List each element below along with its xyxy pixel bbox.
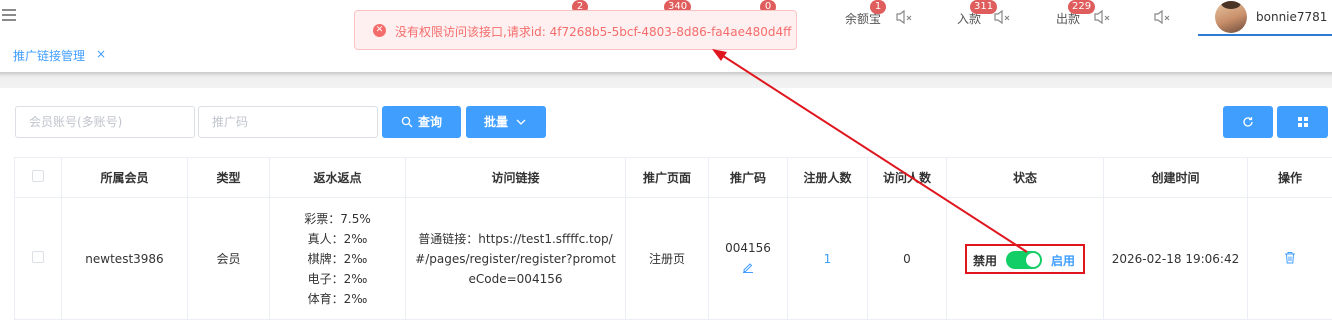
tab-close-icon[interactable]: ×: [96, 47, 106, 61]
link-cell: 普通链接：https://test1.sffffc.top/#/pages/re…: [405, 197, 626, 320]
registered-count-link[interactable]: 1: [824, 252, 832, 266]
column-header: 推广页面: [625, 157, 709, 198]
select-all-cell[interactable]: [14, 157, 62, 198]
rebate-live: 真人：2‰: [307, 231, 368, 246]
promo-code-value: 004156: [725, 241, 771, 255]
grid-icon: [1298, 117, 1308, 127]
tab-promo-links[interactable]: 推广链接管理: [13, 47, 85, 64]
avatar: [1215, 1, 1247, 33]
rebate-sports: 体育：2‰: [307, 291, 368, 306]
mute-speaker-icon[interactable]: [993, 9, 1011, 25]
rebate-chess: 棋牌：2‰: [307, 251, 368, 266]
batch-dropdown-button[interactable]: 批量: [466, 106, 546, 138]
page-cell: 注册页: [625, 197, 709, 320]
delete-trash-icon[interactable]: [1284, 251, 1296, 264]
mute-speaker-icon[interactable]: [1093, 9, 1111, 25]
column-header: 创建时间: [1103, 157, 1248, 198]
rebate-lottery: 彩票：7.5%: [304, 211, 371, 226]
status-enabled-label: 启用: [1051, 253, 1076, 268]
row-select-cell[interactable]: [14, 197, 62, 320]
table-header-row: 所属会员 类型 返水返点 访问链接 推广页面 推广码 注册人数 访问人数 状态 …: [14, 157, 1332, 198]
type-cell: 会员: [187, 197, 270, 320]
error-toast: ✕ 没有权限访问该接口,请求id: 4f7268b5-5bcf-4803-8d8…: [354, 10, 797, 50]
promo-links-table: 所属会员 类型 返水返点 访问链接 推广页面 推广码 注册人数 访问人数 状态 …: [14, 157, 1332, 320]
column-header: 访问链接: [405, 157, 626, 198]
rebate-slots: 电子：2‰: [307, 271, 368, 286]
search-button[interactable]: 查询: [382, 106, 461, 138]
error-message: 没有权限访问该接口,请求id: 4f7268b5-5bcf-4803-8d86-…: [395, 25, 792, 39]
column-header: 状态: [946, 157, 1104, 198]
search-icon: [401, 116, 413, 128]
column-header: 所属会员: [61, 157, 188, 198]
error-icon: ✕: [373, 24, 386, 37]
batch-button-label: 批量: [484, 115, 509, 129]
switch-knob: [1026, 252, 1040, 267]
mute-speaker-icon[interactable]: [1153, 9, 1171, 25]
column-header: 推广码: [708, 157, 788, 198]
column-header: 注册人数: [787, 157, 868, 198]
member-account-input[interactable]: [15, 106, 195, 138]
edit-icon[interactable]: [742, 261, 754, 273]
visit-count-cell: 0: [867, 197, 947, 320]
mute-speaker-icon[interactable]: [895, 9, 913, 25]
created-time-cell: 2026-02-18 19:06:42: [1103, 197, 1248, 320]
select-all-checkbox[interactable]: [32, 170, 44, 182]
status-disabled-label: 禁用: [973, 253, 998, 268]
column-header: 操作: [1247, 157, 1332, 198]
column-header: 访问人数: [867, 157, 947, 198]
withdraw-badge: 229: [1068, 0, 1096, 14]
promo-code-input[interactable]: [198, 106, 378, 138]
user-menu[interactable]: bonnie7781: [1198, 0, 1332, 36]
status-toggle-switch[interactable]: [1006, 250, 1042, 269]
search-button-label: 查询: [418, 115, 443, 129]
promo-code-cell: 004156: [708, 197, 788, 320]
chevron-down-icon: [516, 119, 526, 125]
refresh-icon: [1243, 117, 1253, 127]
refresh-button[interactable]: [1223, 106, 1273, 138]
table-row: newtest3986 会员 彩票：7.5% 真人：2‰ 棋牌：2‰ 电子：2‰…: [14, 197, 1332, 320]
column-header: 类型: [187, 157, 270, 198]
row-checkbox[interactable]: [32, 251, 44, 263]
menu-toggle-icon[interactable]: [2, 9, 16, 21]
status-highlight-box: 禁用 启用: [965, 243, 1085, 274]
registered-count-cell: 1: [787, 197, 868, 320]
username: bonnie7781: [1256, 10, 1328, 24]
actions-cell: [1247, 197, 1332, 320]
access-link[interactable]: 普通链接：https://test1.sffffc.top/#/pages/re…: [406, 229, 625, 289]
grid-view-button[interactable]: [1277, 106, 1328, 138]
column-header: 返水返点: [269, 157, 406, 198]
status-cell: 禁用 启用: [946, 197, 1104, 320]
member-cell: newtest3986: [61, 197, 188, 320]
divider: [0, 72, 1332, 88]
yuebao-badge: 1: [870, 0, 886, 14]
rebate-cell: 彩票：7.5% 真人：2‰ 棋牌：2‰ 电子：2‰ 体育：2‰: [269, 197, 406, 320]
